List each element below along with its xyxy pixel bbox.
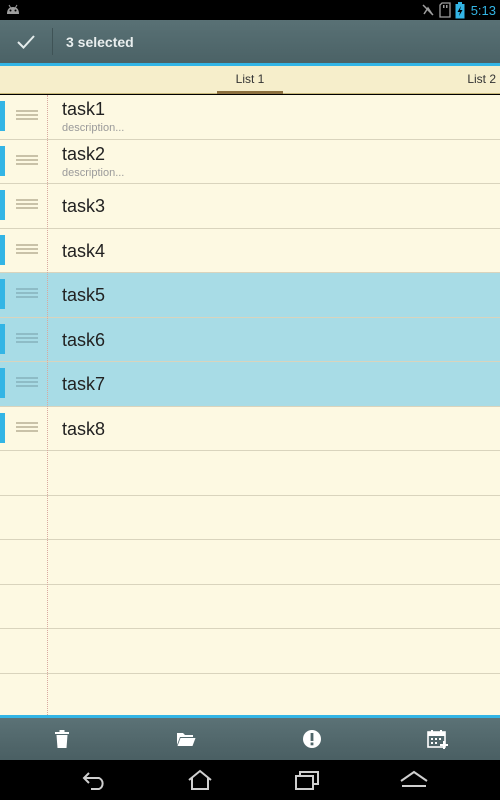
- task-row-selected[interactable]: task5: [0, 273, 500, 318]
- task-title: task1: [62, 99, 106, 119]
- tab-list-2[interactable]: List 2: [467, 66, 496, 94]
- check-icon: [17, 34, 35, 49]
- task-row[interactable]: task2 description...: [0, 140, 500, 184]
- list-color-bar: [0, 279, 5, 309]
- android-icon: [7, 4, 19, 14]
- task-title: task7: [62, 374, 106, 394]
- empty-ruled-line: [0, 540, 500, 585]
- due-date-button[interactable]: [398, 718, 478, 760]
- drag-handle-icon[interactable]: [16, 288, 38, 302]
- list-color-bar: [0, 323, 5, 354]
- delete-icon: [55, 730, 69, 748]
- list-color-bar: [0, 368, 5, 398]
- list-color-bar: [0, 234, 5, 265]
- empty-ruled-line: [0, 585, 500, 629]
- back-icon: [82, 772, 104, 790]
- list-color-bar: [0, 412, 5, 443]
- task-row[interactable]: task3: [0, 184, 500, 229]
- no-sync-icon: [422, 4, 434, 16]
- drag-handle-icon[interactable]: [16, 154, 38, 169]
- empty-ruled-line: [0, 496, 500, 540]
- drag-handle-icon[interactable]: [16, 421, 38, 436]
- task-title: task6: [62, 329, 106, 350]
- menu-up-icon: [400, 770, 428, 787]
- empty-ruled-line: [0, 451, 500, 496]
- home-icon: [188, 769, 212, 790]
- task-title: task3: [62, 196, 106, 216]
- task-description: description...: [62, 166, 125, 179]
- recent-apps-button[interactable]: [287, 766, 327, 794]
- selection-count: 3 selected: [66, 34, 134, 50]
- due-date-icon: [427, 730, 448, 749]
- drag-handle-icon[interactable]: [16, 243, 38, 258]
- task-description: description...: [62, 122, 125, 134]
- task-title: task8: [62, 418, 106, 439]
- delete-button[interactable]: [22, 718, 102, 760]
- system-navigation-bar: [0, 760, 500, 800]
- tab-list-1[interactable]: List 1: [217, 66, 283, 94]
- empty-ruled-line: [0, 674, 500, 716]
- paper-margin-line: [47, 95, 48, 715]
- list-tabs: List 1 List 2: [0, 66, 500, 94]
- status-bar: 5:13: [0, 0, 500, 20]
- back-button[interactable]: [75, 766, 115, 794]
- drag-handle-icon[interactable]: [16, 377, 38, 391]
- list-color-bar: [0, 145, 5, 176]
- task-row-selected[interactable]: task6: [0, 317, 500, 362]
- sd-card-icon: [439, 2, 451, 18]
- clock: 5:13: [470, 2, 496, 18]
- split-action-bar: [0, 715, 500, 760]
- menu-button[interactable]: [394, 766, 434, 794]
- empty-ruled-line: [0, 629, 500, 674]
- battery-charging-icon: [455, 1, 465, 18]
- task-list[interactable]: task1 description... task2 description..…: [0, 95, 500, 715]
- task-title: task2: [62, 143, 106, 164]
- done-button[interactable]: [0, 20, 52, 63]
- move-to-folder-button[interactable]: [146, 718, 226, 760]
- task-title: task4: [62, 240, 106, 261]
- priority-icon: [303, 730, 321, 748]
- task-row[interactable]: task4: [0, 229, 500, 273]
- task-row-selected[interactable]: task7: [0, 362, 500, 407]
- contextual-action-bar: 3 selected: [0, 20, 500, 66]
- recent-apps-icon: [295, 771, 319, 790]
- priority-button[interactable]: [272, 718, 352, 760]
- drag-handle-icon[interactable]: [16, 199, 38, 213]
- list-color-bar: [0, 101, 5, 131]
- task-title: task5: [62, 285, 106, 305]
- home-button[interactable]: [180, 766, 220, 794]
- list-color-bar: [0, 190, 5, 220]
- drag-handle-icon[interactable]: [16, 110, 38, 124]
- task-row[interactable]: task8: [0, 407, 500, 451]
- move-to-folder-icon: [177, 733, 196, 746]
- drag-handle-icon[interactable]: [16, 332, 38, 347]
- divider: [52, 28, 53, 55]
- task-row[interactable]: task1 description...: [0, 95, 500, 140]
